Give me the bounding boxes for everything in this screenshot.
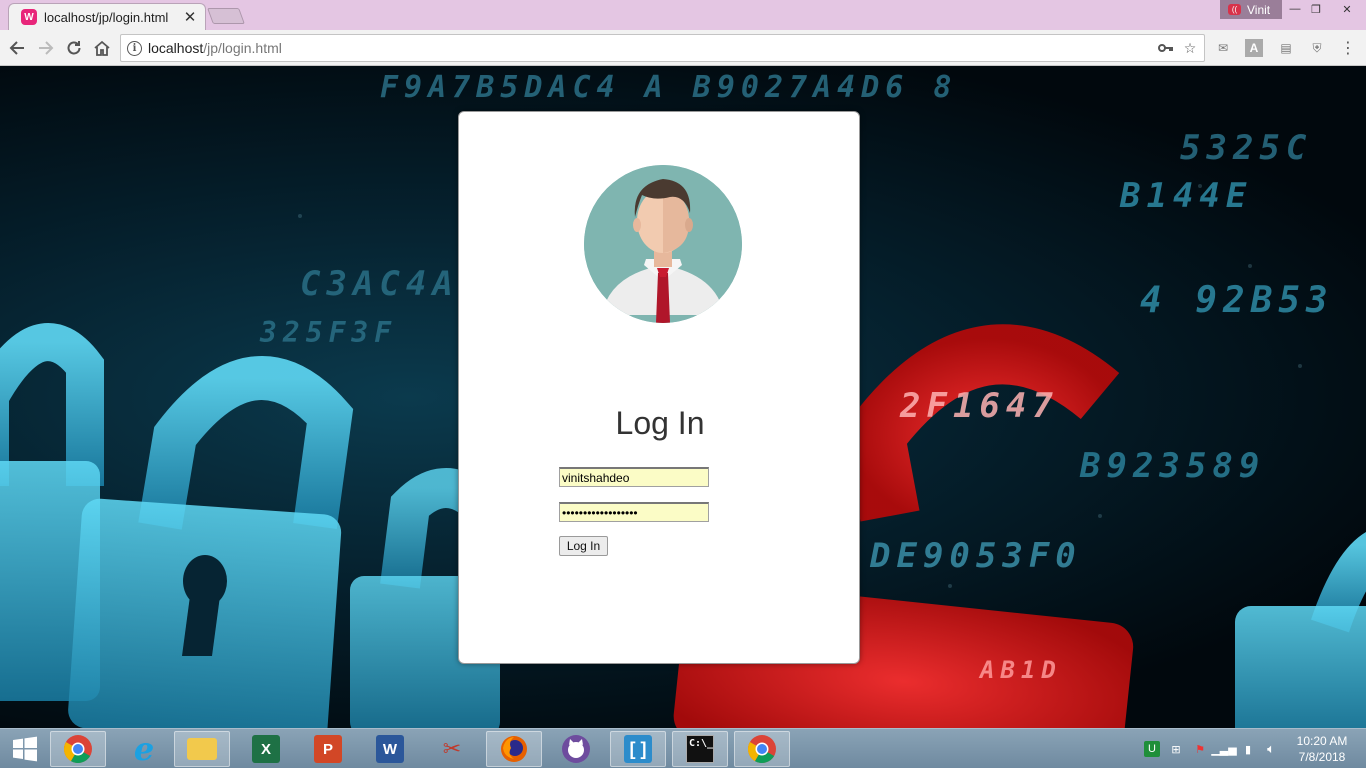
clock-time: 10:20 AM (1296, 734, 1348, 748)
tray-power-icon[interactable]: ▮ (1240, 741, 1256, 757)
taskbar-chrome-2[interactable] (734, 731, 790, 767)
scissors-icon: ✂ (442, 736, 462, 761)
windows-start-button[interactable] (0, 729, 50, 768)
close-window-icon[interactable]: ✕ (1336, 0, 1358, 18)
key-icon[interactable] (1156, 38, 1176, 58)
minimize-icon[interactable]: — (1284, 0, 1306, 18)
taskbar-excel[interactable]: X (238, 731, 294, 767)
login-card: Log In Log In (458, 111, 860, 664)
brackets-icon: [ ] (624, 735, 652, 763)
taskbar-word[interactable]: W (362, 731, 418, 767)
bg-hex-text: 325F3F (260, 316, 398, 349)
taskbar-file-explorer[interactable] (174, 731, 230, 767)
taskbar-chrome[interactable] (50, 731, 106, 767)
bg-hex-text: DE9053F0 (870, 536, 1082, 576)
bg-hex-text: AB1D (980, 656, 1062, 684)
tray-flag-icon[interactable]: ⚑ (1192, 741, 1208, 757)
home-icon[interactable] (91, 37, 113, 59)
extension-a-icon[interactable]: A (1245, 39, 1263, 57)
firefox-icon (501, 736, 527, 762)
new-tab-button[interactable] (207, 8, 245, 24)
menu-dots-icon[interactable]: ⋮ (1339, 39, 1357, 57)
reload-icon[interactable] (63, 37, 85, 59)
profile-name: Vinit (1247, 2, 1271, 17)
excel-icon: X (252, 735, 280, 763)
url-host: localhost (148, 40, 204, 56)
tab-close-icon[interactable]: ✕ (183, 8, 197, 26)
taskbar: e X P W ✂ [ ] C:\_ U ⊞ ⚑ ▁▃▅ ▮ 🔈︎ 10:20 … (0, 728, 1366, 768)
browser-titlebar: W localhost/jp/login.html ✕ (( Vinit — ❐… (0, 0, 1366, 30)
taskbar-clock[interactable]: 10:20 AM 7/8/2018 (1290, 733, 1354, 765)
username-input[interactable] (559, 467, 709, 487)
extension-mail-icon[interactable]: ✉ (1214, 39, 1232, 57)
chrome-icon (747, 735, 776, 764)
forward-icon[interactable] (35, 37, 57, 59)
page-background: F9A7B5DAC4 A B9027A4D6 8 5325C B144E 4 9… (0, 66, 1366, 728)
extension-shield-icon[interactable]: ⛨ (1308, 39, 1326, 57)
taskbar-github-desktop[interactable] (548, 731, 604, 767)
taskbar-internet-explorer[interactable]: e (116, 730, 172, 768)
bg-hex-text: 5325C (1180, 128, 1313, 168)
tab-title: localhost/jp/login.html (44, 9, 169, 25)
taskbar-brackets[interactable]: [ ] (610, 731, 666, 767)
powerpoint-icon: P (314, 735, 342, 763)
clock-date: 7/8/2018 (1298, 750, 1346, 764)
bg-hex-text: 4 92B53 (1140, 280, 1334, 321)
extension-stack-icon[interactable]: ▤ (1277, 39, 1295, 57)
tray-app-icon[interactable]: U (1144, 741, 1160, 757)
taskbar-powerpoint[interactable]: P (300, 731, 356, 767)
bookmark-star-icon[interactable]: ☆ (1180, 38, 1200, 58)
login-heading: Log In (615, 405, 705, 441)
github-desktop-icon (562, 735, 590, 763)
tab-favicon-icon: W (21, 9, 37, 25)
browser-tab[interactable]: W localhost/jp/login.html ✕ (8, 3, 206, 30)
taskbar-firefox[interactable] (486, 731, 542, 767)
address-bar[interactable]: i localhost/jp/login.html ☆ (120, 34, 1205, 62)
password-input[interactable] (559, 502, 709, 522)
windows-logo-icon (13, 736, 37, 762)
tray-volume-icon[interactable]: 🔈︎ (1263, 741, 1279, 757)
login-button[interactable]: Log In (559, 536, 608, 556)
taskbar-snipping-tool[interactable]: ✂ (424, 731, 480, 767)
address-url[interactable]: localhost/jp/login.html (148, 40, 1156, 56)
bg-hex-text: B923589 (1080, 446, 1266, 486)
taskbar-command-prompt[interactable]: C:\_ (672, 731, 728, 767)
tray-signal-icon[interactable]: ▁▃▅ (1211, 741, 1236, 757)
bg-hex-text: C3AC4A (300, 264, 459, 304)
profile-button[interactable]: (( Vinit (1220, 0, 1282, 19)
bg-hex-text: F9A7B5DAC4 A B9027A4D6 8 (380, 70, 958, 105)
command-prompt-icon: C:\_ (686, 735, 714, 763)
user-avatar (584, 165, 742, 323)
url-path: /jp/login.html (203, 40, 282, 56)
tray-network-icon[interactable]: ⊞ (1168, 741, 1184, 757)
folder-icon (187, 738, 217, 760)
chrome-icon (63, 735, 92, 764)
browser-toolbar: i localhost/jp/login.html ☆ ✉ A ▤ ⛨ ⋮ (0, 30, 1366, 66)
back-icon[interactable] (6, 37, 28, 59)
profile-icon: (( (1228, 4, 1241, 15)
bg-hex-text: B144E (1120, 176, 1253, 216)
info-icon[interactable]: i (127, 40, 142, 56)
restore-icon[interactable]: ❐ (1305, 0, 1327, 18)
internet-explorer-icon: e (133, 730, 155, 768)
bg-hex-text: 2F1647 (900, 386, 1059, 426)
word-icon: W (376, 735, 404, 763)
